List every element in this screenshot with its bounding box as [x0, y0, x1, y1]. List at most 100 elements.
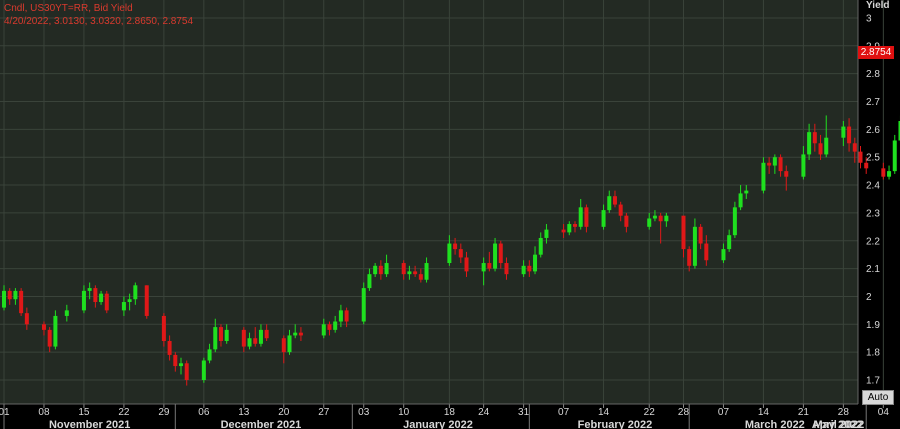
candle-body — [447, 243, 452, 264]
candle-body — [784, 171, 789, 177]
candle-body — [333, 321, 338, 330]
candle-body — [453, 243, 458, 250]
candle — [19, 288, 24, 316]
candle-body — [493, 243, 498, 269]
candle-body — [852, 143, 857, 152]
candle-body — [538, 237, 543, 255]
x-tick-label: 22 — [644, 407, 656, 418]
y-tick-label: 2.4 — [866, 181, 880, 192]
x-tick-label: 06 — [198, 407, 210, 418]
month-label: February 2022 — [578, 419, 653, 429]
candle-body — [373, 265, 378, 275]
candle — [881, 162, 886, 180]
x-tick-label: 14 — [598, 407, 610, 418]
y-tick-label: 1.7 — [866, 376, 880, 387]
candle-body — [218, 327, 223, 342]
y-tick-label: 2.5 — [866, 153, 880, 164]
candle-body — [807, 132, 812, 155]
candle-body — [487, 263, 492, 269]
x-tick-label: 31 — [518, 407, 530, 418]
candle-body — [818, 143, 823, 155]
candle-body — [584, 207, 589, 227]
candle-body — [2, 290, 6, 308]
candle-body — [161, 315, 166, 342]
candle-body — [601, 210, 606, 227]
candle-body — [378, 265, 383, 275]
candle-body — [892, 140, 897, 172]
candle-body — [213, 327, 218, 350]
candle-body — [767, 162, 772, 166]
candle-body — [687, 249, 692, 266]
x-tick-label: 20 — [278, 407, 290, 418]
candle — [361, 282, 366, 325]
candle-body — [721, 249, 726, 261]
y-tick-label: 2.3 — [866, 208, 880, 219]
x-tick-label: 04 — [878, 407, 890, 418]
candle-body — [99, 293, 104, 303]
candle-body — [521, 265, 526, 275]
month-label: January 2022 — [403, 419, 473, 429]
candle-body — [858, 151, 863, 163]
candle-body — [384, 263, 389, 275]
auto-scale-button[interactable]: Auto — [862, 390, 894, 405]
candle-body — [698, 226, 703, 244]
x-tick-label: 28 — [838, 407, 850, 418]
y-tick-label: 3 — [866, 13, 872, 24]
x-tick-label: 15 — [78, 407, 90, 418]
candle-body — [607, 196, 612, 211]
legend-ohlc: 4/20/2022, 3.0130, 3.0320, 2.8650, 2.875… — [4, 16, 194, 27]
candle-body — [738, 193, 743, 208]
x-tick-label: 08 — [38, 407, 50, 418]
candle-body — [812, 132, 817, 144]
candle-body — [327, 324, 332, 330]
candle — [53, 310, 58, 350]
candle-body — [344, 310, 349, 322]
plot-area — [0, 0, 858, 404]
candle-body — [824, 137, 829, 155]
candle — [892, 134, 897, 174]
candle-body — [544, 229, 549, 238]
candle — [104, 290, 109, 314]
candle-body — [361, 288, 366, 322]
x-tick-label: 03 — [358, 407, 370, 418]
candle-body — [498, 243, 503, 264]
candle-body — [732, 207, 737, 236]
candle-body — [281, 338, 286, 353]
candle-body — [464, 257, 469, 272]
x-tick-label: 13 — [238, 407, 250, 418]
candle-body — [481, 263, 486, 272]
x-tick-label: 10 — [398, 407, 410, 418]
candle-body — [7, 290, 12, 300]
candle-body — [19, 290, 24, 314]
candle-body — [298, 332, 303, 336]
y-axis-title: Yield — [866, 0, 890, 11]
candle-body — [578, 207, 583, 227]
y-tick-label: 2.8 — [866, 69, 880, 80]
candle-body — [887, 171, 892, 177]
candle-body — [772, 157, 777, 166]
x-tick-label: 18 — [444, 407, 456, 418]
candle-body — [561, 229, 566, 233]
chart-legend: Cndl, US30YT=RR, Bid Yield 4/20/2022, 3.… — [4, 2, 193, 28]
candle-body — [258, 329, 263, 344]
x-tick-label: 27 — [318, 407, 330, 418]
x-tick-label: 07 — [558, 407, 570, 418]
candle-body — [681, 215, 686, 250]
month-label: November 2021 — [49, 419, 130, 429]
candle — [858, 146, 863, 169]
candle-body — [184, 363, 189, 380]
candlestick-chart: 1.71.81.922.12.22.32.42.52.62.72.82.93 0… — [0, 0, 900, 429]
candle-body — [64, 310, 69, 316]
x-tick-label: 07 — [718, 407, 730, 418]
candle — [144, 285, 149, 319]
candle-body — [692, 226, 697, 266]
candle-body — [612, 196, 617, 205]
candle-body — [41, 324, 46, 330]
y-tick-label: 2.7 — [866, 97, 880, 108]
candle-body — [224, 329, 229, 342]
candle-body — [401, 263, 406, 275]
candle-body — [847, 126, 852, 144]
x-tick-label: 21 — [798, 407, 810, 418]
x-tick-label: 28 — [678, 407, 690, 418]
candle-body — [253, 338, 258, 344]
